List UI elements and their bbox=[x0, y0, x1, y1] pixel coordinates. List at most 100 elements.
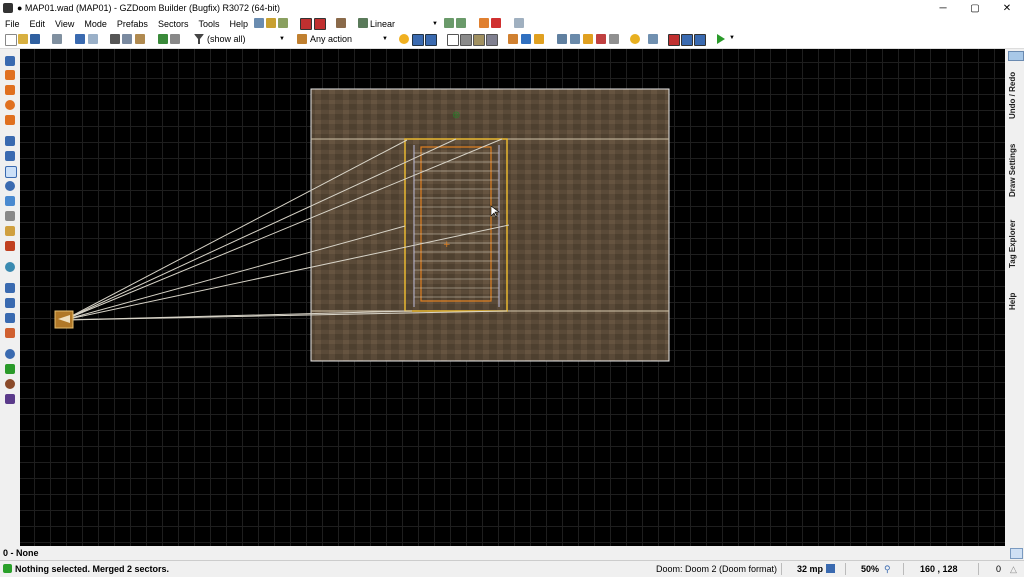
grid-size[interactable]: 32 mp bbox=[797, 564, 823, 574]
menu-help[interactable]: Help bbox=[224, 19, 253, 29]
script-editor-icon[interactable] bbox=[254, 18, 264, 28]
menu-sectors[interactable]: Sectors bbox=[153, 19, 194, 29]
transform-icon[interactable] bbox=[5, 313, 15, 323]
gradient-icon[interactable] bbox=[444, 18, 454, 28]
draw-rectangle-icon[interactable] bbox=[5, 85, 15, 95]
snap-icon[interactable] bbox=[425, 34, 437, 46]
star-icon[interactable] bbox=[583, 34, 593, 44]
paste-icon[interactable] bbox=[135, 34, 145, 44]
draw-lines-icon[interactable] bbox=[5, 56, 15, 66]
undo-icon[interactable] bbox=[75, 34, 85, 44]
zoom-level[interactable]: 50% bbox=[861, 564, 879, 574]
menu-tools[interactable]: Tools bbox=[193, 19, 224, 29]
view-floors-icon[interactable] bbox=[473, 34, 485, 46]
tab-undo-redo[interactable]: Undo / Redo bbox=[1008, 69, 1022, 121]
camera-icon[interactable] bbox=[648, 34, 658, 44]
dynamic-light-icon[interactable] bbox=[694, 34, 706, 46]
interpolation-select[interactable]: Linear ▼ bbox=[370, 18, 440, 30]
sector-filter-icon[interactable] bbox=[314, 18, 326, 30]
gradient-reverse-icon[interactable] bbox=[456, 18, 466, 28]
view-ceilings-icon[interactable] bbox=[486, 34, 498, 46]
grid-icon[interactable] bbox=[412, 34, 424, 46]
visual-sectors-icon[interactable] bbox=[5, 262, 15, 272]
link-icon[interactable] bbox=[514, 18, 524, 28]
check-icon[interactable] bbox=[5, 364, 15, 374]
maximize-button[interactable]: ▢ bbox=[960, 0, 990, 16]
map-canvas[interactable]: ⊕ + bbox=[20, 49, 1005, 546]
grid-icon[interactable] bbox=[826, 564, 835, 573]
interpolation-icon bbox=[358, 18, 368, 28]
things-filter-select[interactable]: (show all) ▼ bbox=[207, 33, 287, 45]
collapse-icon[interactable] bbox=[1008, 51, 1024, 61]
prefab-icon[interactable] bbox=[170, 34, 180, 44]
zoom-icon[interactable]: ⚲ bbox=[884, 564, 891, 575]
redo-icon[interactable] bbox=[88, 34, 98, 44]
close-button[interactable]: ✕ bbox=[992, 0, 1022, 16]
list-icon[interactable] bbox=[570, 34, 580, 44]
open-map-icon[interactable] bbox=[18, 34, 28, 44]
test-map-icon[interactable] bbox=[278, 18, 288, 28]
lightbulb-icon[interactable] bbox=[630, 34, 640, 44]
brightness-icon[interactable] bbox=[399, 34, 409, 44]
chevron-down-icon[interactable]: ▼ bbox=[729, 35, 735, 41]
draw-curve-icon[interactable] bbox=[5, 70, 15, 80]
model-render-icon[interactable] bbox=[668, 34, 680, 46]
rotate-icon[interactable] bbox=[521, 34, 531, 44]
map-settings-icon[interactable] bbox=[52, 34, 62, 44]
find-icon[interactable] bbox=[5, 349, 15, 359]
view-wireframe-icon[interactable] bbox=[447, 34, 459, 46]
grid-decrease-icon[interactable] bbox=[491, 18, 501, 28]
interpolation-value: Linear bbox=[370, 19, 396, 29]
things-filter-icon[interactable] bbox=[300, 18, 312, 30]
divider bbox=[978, 563, 979, 575]
play-icon[interactable] bbox=[717, 34, 725, 44]
edit-selection-icon[interactable] bbox=[5, 298, 15, 308]
map-view[interactable]: ⊕ + bbox=[20, 49, 1005, 546]
cut-icon[interactable] bbox=[110, 34, 120, 44]
linedefs-mode-icon[interactable] bbox=[5, 151, 15, 161]
texture-browser-icon[interactable] bbox=[336, 18, 346, 28]
chevron-down-icon: ▼ bbox=[279, 36, 285, 42]
menu-file[interactable]: File bbox=[0, 19, 25, 29]
sphere-icon[interactable] bbox=[5, 379, 15, 389]
action-select[interactable]: Any action ▼ bbox=[310, 33, 390, 45]
make-sectors-icon[interactable] bbox=[5, 211, 15, 221]
align-icon[interactable] bbox=[534, 34, 544, 44]
grid-increase-icon[interactable] bbox=[479, 18, 489, 28]
light-render-icon[interactable] bbox=[681, 34, 693, 46]
table-icon[interactable] bbox=[557, 34, 567, 44]
minimize-button[interactable]: ─ bbox=[928, 0, 958, 16]
expand-info-icon[interactable] bbox=[1010, 548, 1023, 559]
menu-edit[interactable]: Edit bbox=[25, 19, 51, 29]
chevron-down-icon: ▼ bbox=[432, 21, 438, 27]
info-panel: 0 - None bbox=[0, 546, 1024, 560]
warnings-count[interactable]: 0 bbox=[996, 564, 1001, 574]
draw-grid-icon[interactable] bbox=[5, 115, 15, 125]
tab-tag-explorer[interactable]: Tag Explorer bbox=[1008, 219, 1022, 269]
insert-prefab-icon[interactable] bbox=[158, 34, 168, 44]
visual-mode-icon[interactable] bbox=[5, 196, 15, 206]
tools-icon[interactable] bbox=[609, 34, 619, 44]
warning-icon[interactable]: △ bbox=[1010, 564, 1017, 575]
sound-propagation-icon[interactable] bbox=[5, 226, 15, 236]
slope-mode-icon[interactable] bbox=[5, 283, 15, 293]
save-map-icon[interactable] bbox=[30, 34, 40, 44]
bridge-icon[interactable] bbox=[5, 328, 15, 338]
doom-icon[interactable] bbox=[5, 241, 15, 251]
palette-icon[interactable] bbox=[5, 394, 15, 404]
things-mode-icon[interactable] bbox=[5, 181, 15, 191]
map-options-icon[interactable] bbox=[266, 18, 276, 28]
sectors-mode-icon[interactable] bbox=[5, 166, 17, 178]
view-brightness-icon[interactable] bbox=[460, 34, 472, 46]
tab-draw-settings[interactable]: Draw Settings bbox=[1008, 142, 1022, 198]
menu-prefabs[interactable]: Prefabs bbox=[112, 19, 153, 29]
flip-icon[interactable] bbox=[508, 34, 518, 44]
tab-help[interactable]: Help bbox=[1008, 290, 1022, 312]
delete-icon[interactable] bbox=[596, 34, 606, 44]
new-map-icon[interactable] bbox=[5, 34, 17, 46]
menu-mode[interactable]: Mode bbox=[79, 19, 112, 29]
vertices-mode-icon[interactable] bbox=[5, 136, 15, 146]
draw-ellipse-icon[interactable] bbox=[5, 100, 15, 110]
copy-icon[interactable] bbox=[122, 34, 132, 44]
menu-view[interactable]: View bbox=[50, 19, 79, 29]
